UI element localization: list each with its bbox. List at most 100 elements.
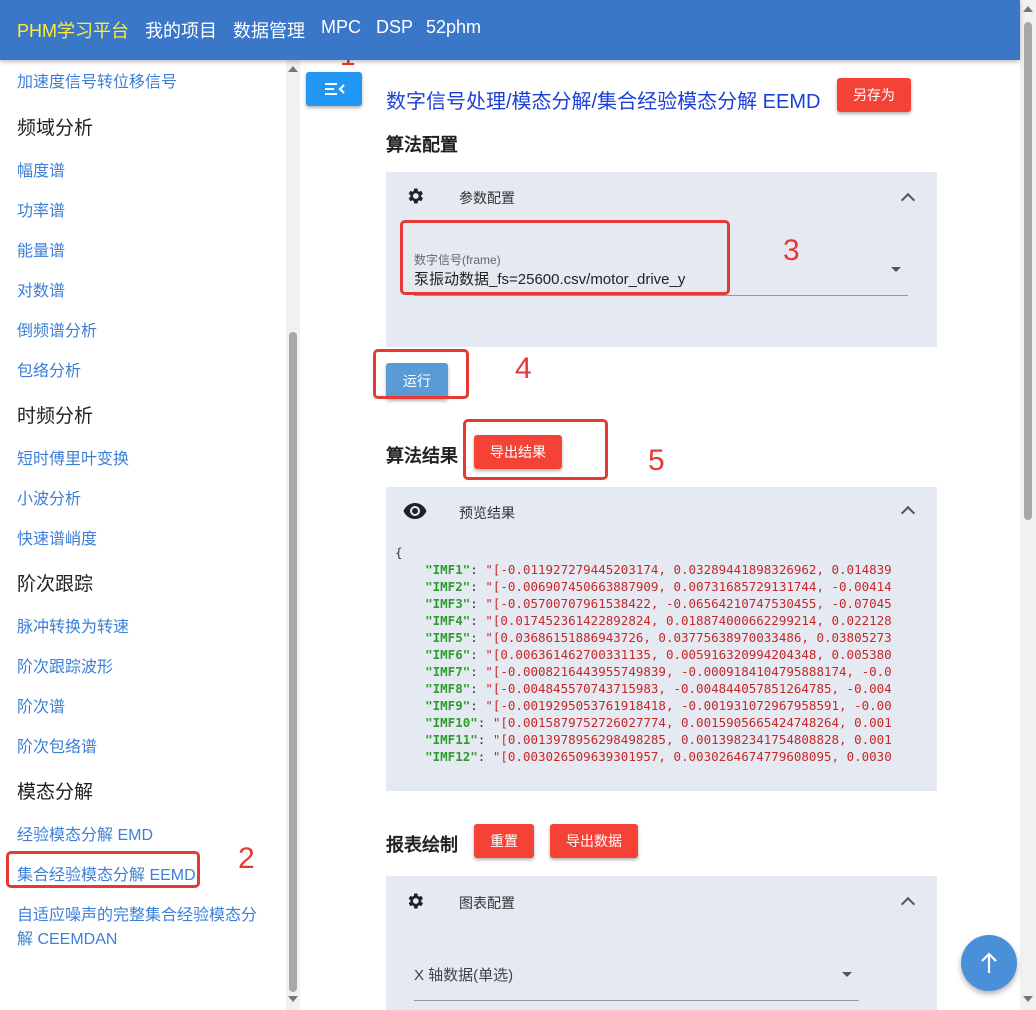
report-title: 报表绘制 (386, 835, 458, 855)
arrow-up-icon (981, 952, 997, 973)
sidebar-heading-modal-decomposition: 模态分解 (17, 782, 94, 803)
nav-data-management[interactable]: 数据管理 (233, 17, 305, 43)
sidebar-heading-time-frequency: 时频分析 (17, 406, 94, 427)
sidebar-item-order-envelope[interactable]: 阶次包络谱 (17, 733, 97, 757)
save-as-button[interactable]: 另存为 (837, 78, 911, 112)
json-separator: : (470, 698, 486, 713)
top-nav: PHM学习平台 我的项目 数据管理 MPC DSP 52phm (0, 0, 1020, 60)
json-key: "IMF4" (425, 613, 471, 628)
nav-52phm[interactable]: 52phm (426, 17, 481, 38)
sidebar-item-pulse-to-speed[interactable]: 脉冲转换为转速 (17, 613, 129, 637)
sidebar-toggle-button[interactable] (306, 72, 362, 106)
annotation-number-2: 2 (238, 842, 255, 875)
chart-panel-title[interactable]: 图表配置 (459, 893, 515, 913)
sidebar-item-accel-to-disp[interactable]: 加速度信号转位移信号 (17, 68, 177, 92)
sidebar-heading-order-tracking: 阶次跟踪 (17, 574, 94, 595)
sidebar-scroll-up-icon[interactable] (288, 66, 298, 72)
chevron-up-icon[interactable] (900, 505, 916, 521)
export-data-button[interactable]: 导出数据 (550, 824, 638, 858)
annotation-number-5: 5 (648, 444, 665, 477)
json-separator: : (470, 664, 486, 679)
dropdown-arrow-icon[interactable] (891, 267, 901, 272)
json-separator: : (470, 613, 486, 628)
chevron-up-icon[interactable] (900, 192, 916, 208)
sidebar-item-emd[interactable]: 经验模态分解 EMD (17, 821, 153, 845)
annotation-number-4: 4 (515, 352, 532, 385)
param-panel-title[interactable]: 参数配置 (459, 188, 515, 208)
sidebar-item-order-spectrum[interactable]: 阶次谱 (17, 693, 65, 717)
sidebar-item-ceemdan-line2[interactable]: 解 CEEMDAN (17, 925, 117, 949)
json-row: "IMF12": "[0.003026509639301957, 0.00302… (395, 749, 892, 764)
nav-my-projects[interactable]: 我的项目 (145, 17, 217, 43)
x-axis-underline (414, 1000, 859, 1001)
json-key: "IMF11" (425, 732, 478, 747)
json-key: "IMF8" (425, 681, 471, 696)
preview-panel-title[interactable]: 预览结果 (459, 503, 515, 523)
json-key: "IMF5" (425, 630, 471, 645)
sidebar-item-log-spectrum[interactable]: 对数谱 (17, 277, 65, 301)
sidebar-scrollbar[interactable] (286, 60, 300, 1010)
nav-dsp[interactable]: DSP (376, 17, 413, 38)
json-key: "IMF10" (425, 715, 478, 730)
json-row: "IMF9": "[-0.0019295053761918418, -0.001… (395, 698, 892, 713)
algo-result-title: 算法结果 (386, 446, 458, 466)
json-row: "IMF2": "[-0.006907450663887909, 0.00731… (395, 579, 892, 594)
annotation-box-3 (400, 220, 730, 295)
sidebar-item-ceemdan-line1[interactable]: 自适应噪声的完整集合经验模态分 (17, 901, 257, 925)
annotation-box-4 (373, 349, 469, 399)
json-row: "IMF10": "[0.0015879752726027774, 0.0015… (395, 715, 892, 730)
algo-config-title: 算法配置 (386, 135, 458, 155)
sidebar-item-stft[interactable]: 短时傅里叶变换 (17, 445, 129, 469)
json-separator: : (470, 681, 486, 696)
json-value: "[0.0013978956298498285, 0.0013982341754… (492, 732, 892, 747)
sidebar-item-power-spectrum[interactable]: 功率谱 (17, 197, 65, 221)
sidebar-item-energy-spectrum[interactable]: 能量谱 (17, 237, 65, 261)
json-value: "[-0.0019295053761918418, -0.00193107296… (485, 698, 892, 713)
dropdown-arrow-icon[interactable] (842, 972, 852, 977)
json-preview[interactable]: { "IMF1": "[-0.011927279445203174, 0.032… (386, 535, 937, 791)
json-key: "IMF3" (425, 596, 471, 611)
sidebar-item-amplitude-spectrum[interactable]: 幅度谱 (17, 157, 65, 181)
x-axis-select[interactable]: X 轴数据(单选) (414, 964, 513, 985)
json-value: "[0.03686151886943726, 0.037756389700334… (485, 630, 892, 645)
scroll-up-icon[interactable] (1023, 6, 1033, 12)
json-row: "IMF8": "[-0.004845570743715983, -0.0048… (395, 681, 892, 696)
json-value: "[-0.0008216443955749839, -0.00091841047… (485, 664, 892, 679)
json-row: "IMF3": "[-0.05700707961538422, -0.06564… (395, 596, 892, 611)
scroll-down-icon[interactable] (1023, 996, 1033, 1002)
json-row: "IMF11": "[0.0013978956298498285, 0.0013… (395, 732, 892, 747)
sidebar-scroll-down-icon[interactable] (288, 996, 298, 1002)
json-value: "[-0.011927279445203174, 0.0328944189832… (485, 562, 892, 577)
json-separator: : (477, 732, 493, 747)
gear-icon (408, 893, 423, 909)
json-value: "[-0.05700707961538422, -0.0656421074753… (485, 596, 892, 611)
json-row: "IMF4": "[0.017452361422892824, 0.018874… (395, 613, 892, 628)
sidebar-item-wavelet[interactable]: 小波分析 (17, 485, 81, 509)
json-key: "IMF6" (425, 647, 471, 662)
back-to-top-button[interactable] (961, 935, 1017, 991)
reset-button[interactable]: 重置 (474, 824, 534, 858)
json-row: "IMF6": "[0.006361462700331135, 0.005916… (395, 647, 892, 662)
annotation-box-2 (6, 851, 200, 888)
json-key: "IMF9" (425, 698, 471, 713)
sidebar-item-order-waveform[interactable]: 阶次跟踪波形 (17, 653, 113, 677)
page-title: 数字信号处理/模态分解/集合经验模态分解 EEMD (386, 91, 821, 113)
sidebar-item-kurtogram[interactable]: 快速谱峭度 (17, 525, 97, 549)
page-scrollbar[interactable] (1020, 0, 1036, 1010)
json-separator: : (470, 647, 486, 662)
json-key: "IMF2" (425, 579, 471, 594)
chevron-up-icon[interactable] (900, 896, 916, 912)
annotation-number-3: 3 (783, 234, 800, 267)
page-scroll-thumb[interactable] (1024, 22, 1032, 520)
sidebar-scroll-thumb[interactable] (289, 332, 297, 992)
chart-config-panel: 图表配置 X 轴数据(单选) (386, 876, 937, 1010)
signal-field-underline (414, 295, 908, 296)
json-value: "[0.003026509639301957, 0.00302646747796… (492, 749, 892, 764)
annotation-box-5 (463, 419, 608, 480)
json-separator: : (477, 749, 493, 764)
json-separator: : (470, 562, 486, 577)
sidebar-item-envelope[interactable]: 包络分析 (17, 357, 81, 381)
sidebar-item-cepstrum[interactable]: 倒频谱分析 (17, 317, 97, 341)
nav-mpc[interactable]: MPC (321, 17, 361, 38)
nav-brand[interactable]: PHM学习平台 (17, 17, 129, 43)
